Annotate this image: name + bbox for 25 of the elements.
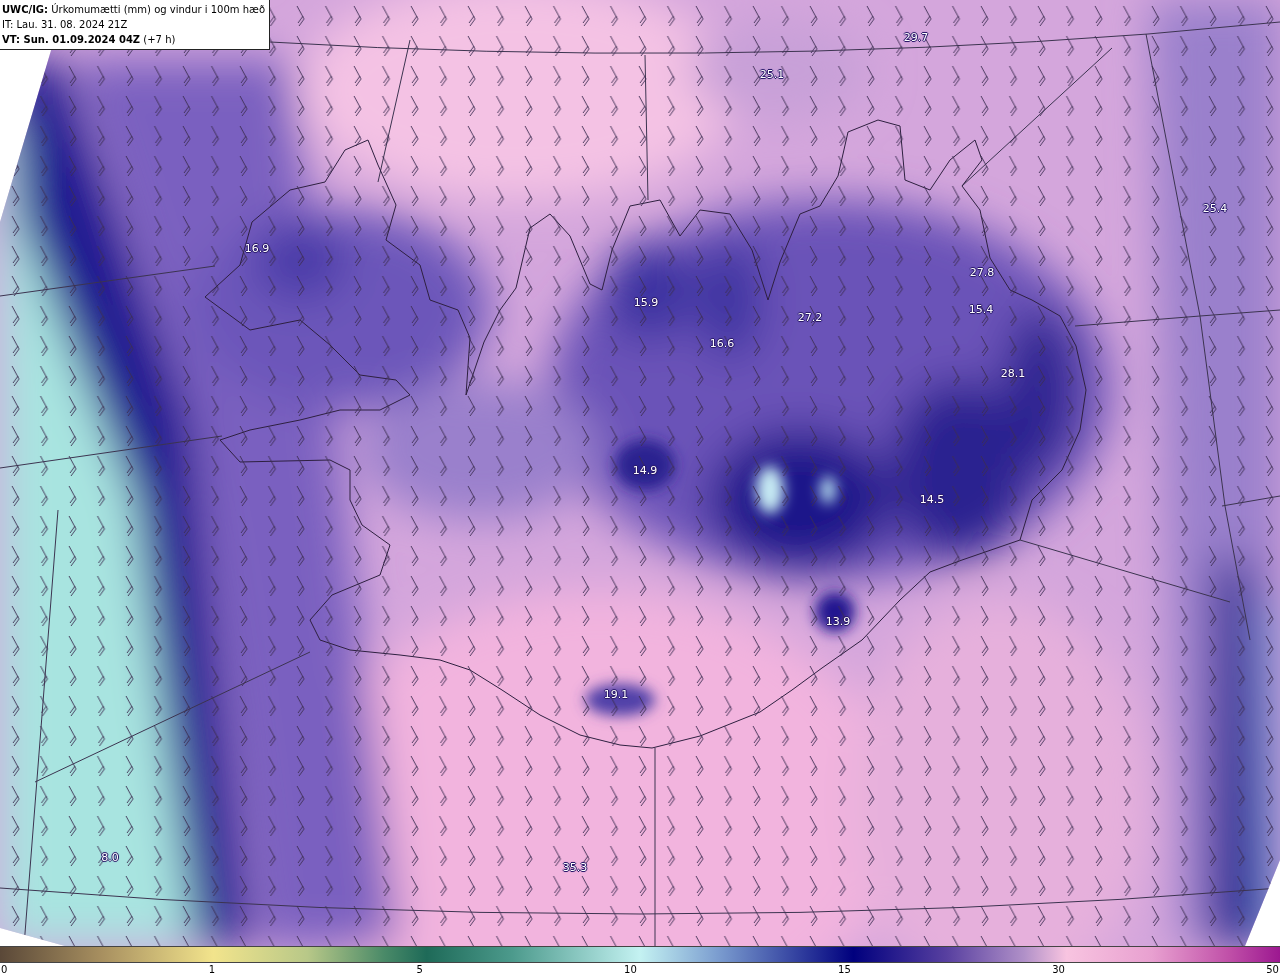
precipitation-value-label: 19.1 <box>603 687 629 701</box>
precipitation-value-label: 25.1 <box>759 67 785 81</box>
precipitation-value-label: 15.9 <box>633 295 659 309</box>
precipitation-value-label: 14.9 <box>632 463 658 477</box>
precipitation-value-label: 27.2 <box>797 310 823 324</box>
chart-title: UWC/IG: Úrkomumætti (mm) og vindur i 100m hæð <box>2 2 267 17</box>
precipitation-value-label: 16.9 <box>244 241 270 255</box>
scale-tick-label: 30 <box>1052 963 1065 977</box>
precipitation-value-label: 13.9 <box>825 614 851 628</box>
precipitation-value-label: 16.6 <box>709 336 735 350</box>
initial-time-text: IT: Lau. 31. 08. 2024 21Z <box>2 18 129 32</box>
valid-time-text: VT: Sun. 01.09.2024 04Z (+7 h) <box>2 33 177 47</box>
precipitation-value-label: 27.8 <box>969 265 995 279</box>
scale-tick-label: 1 <box>208 963 216 977</box>
precipitation-value-label: 15.4 <box>968 302 994 316</box>
precipitation-value-label: 14.5 <box>919 492 945 506</box>
scale-tick-label: 5 <box>416 963 423 977</box>
scale-tick-label: 50 <box>1266 963 1279 977</box>
precipitation-value-label: 35.3 <box>562 860 588 874</box>
scale-tick-label: 0 <box>1 963 8 977</box>
scale-tick-label: 10 <box>624 963 637 977</box>
scale-tick-label: 15 <box>838 963 851 977</box>
precipitation-value-label: 28.1 <box>1000 366 1026 380</box>
precipitation-value-label: 25.4 <box>1202 201 1228 215</box>
precipitation-value-label: 29.7 <box>903 30 929 44</box>
